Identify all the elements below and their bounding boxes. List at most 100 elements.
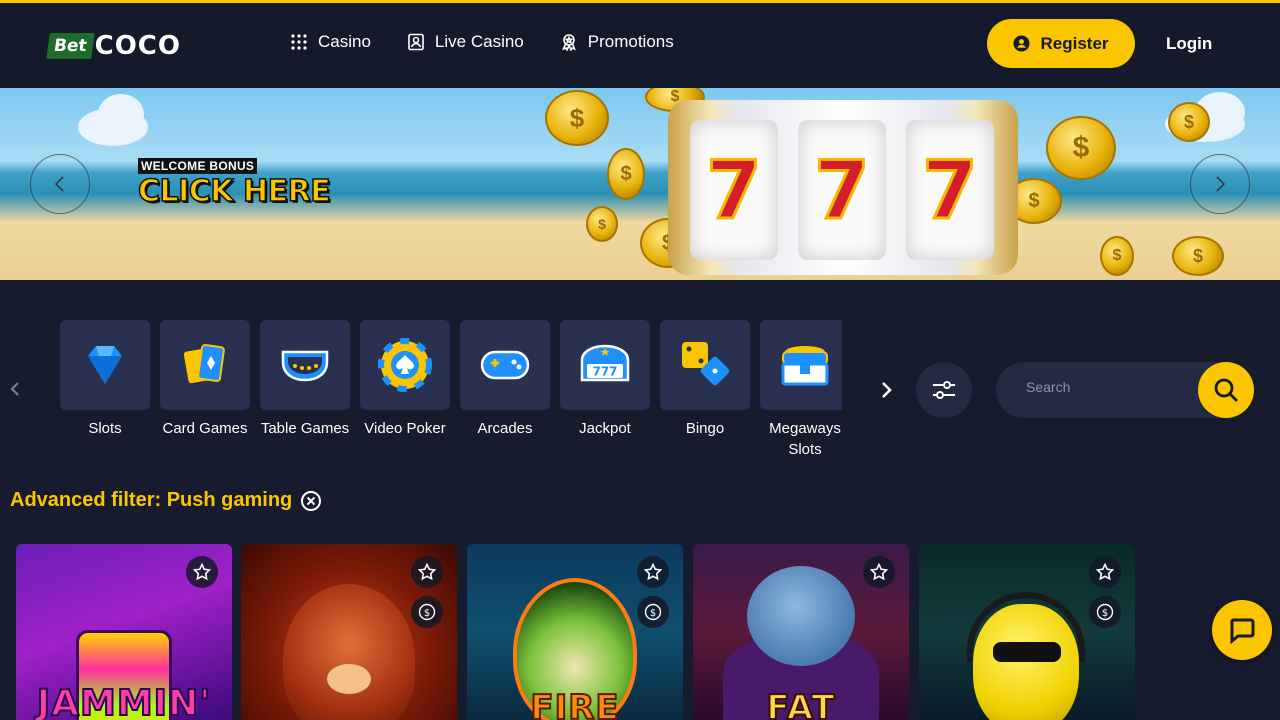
category-tile <box>460 320 550 410</box>
gold-coin-icon: $ <box>607 148 645 200</box>
nav-promotions[interactable]: Promotions <box>560 32 674 52</box>
search-icon <box>1214 378 1238 402</box>
gold-coin-icon: $ <box>1046 116 1116 180</box>
category-megaways-slots[interactable]: Megaways Slots <box>760 320 842 460</box>
category-label: Arcades <box>477 420 533 437</box>
betcoco-logo[interactable]: Bet COCO <box>46 31 181 61</box>
live-chat-button[interactable] <box>1212 600 1272 660</box>
category-label: Slots <box>88 420 122 437</box>
category-tile <box>60 320 150 410</box>
login-button[interactable]: Login <box>1166 34 1212 54</box>
welcome-bonus-label: WELCOME BONUS <box>138 158 258 174</box>
nav-casino[interactable]: Casino <box>290 32 371 52</box>
user-circle-icon <box>1013 35 1031 52</box>
star-icon <box>193 563 211 581</box>
category-label: Megaways Slots <box>769 420 841 458</box>
category-next-arrow[interactable] <box>878 380 894 400</box>
clear-filter-icon[interactable] <box>300 490 322 512</box>
user-card-icon <box>408 33 424 51</box>
category-arcades[interactable]: Arcades <box>460 320 550 460</box>
category-tile <box>760 320 842 410</box>
dice-icon <box>682 342 730 386</box>
favorite-button[interactable] <box>1089 556 1121 588</box>
jackpot-badge: $ <box>411 596 443 628</box>
banner-next-button[interactable] <box>1190 154 1250 214</box>
star-icon <box>1096 563 1114 581</box>
category-table-games[interactable]: Table Games <box>260 320 350 460</box>
game-tile[interactable]: $ <box>241 544 457 720</box>
slot-machine-graphic: 7 7 7 <box>668 100 1018 275</box>
category-slots[interactable]: Slots <box>60 320 150 460</box>
dollar-coin-icon: $ <box>1096 603 1114 621</box>
dollar-coin-icon: $ <box>644 603 662 621</box>
nav-casino-label: Casino <box>318 32 371 51</box>
favorite-button[interactable] <box>411 556 443 588</box>
dollar-coin-icon: $ <box>418 603 436 621</box>
game-title: FAT <box>765 687 836 720</box>
favorite-button[interactable] <box>186 556 218 588</box>
chevron-left-icon <box>54 176 64 192</box>
register-label: Register <box>1040 33 1109 53</box>
chevron-right-icon <box>1216 176 1226 192</box>
game-tile[interactable]: $ <box>919 544 1135 720</box>
category-label: Bingo <box>685 420 725 437</box>
category-prev-arrow[interactable] <box>8 380 22 398</box>
nav-promotions-label: Promotions <box>587 32 674 51</box>
category-tile: 777 <box>560 320 650 410</box>
logo-bet-text: Bet <box>46 33 95 59</box>
nav-live-casino-label: Live Casino <box>434 32 524 51</box>
game-tile[interactable]: JAMMIN' <box>16 544 232 720</box>
cards-icon <box>183 344 225 384</box>
game-art <box>993 642 1061 662</box>
search-bar <box>996 362 1254 418</box>
category-video-poker[interactable]: Video Poker <box>360 320 450 460</box>
jackpot-badge: $ <box>637 596 669 628</box>
category-card-games[interactable]: Card Games <box>160 320 250 460</box>
category-bingo[interactable]: Bingo <box>660 320 750 460</box>
category-tile <box>660 320 750 410</box>
click-here-cta[interactable]: CLICK HERE <box>137 173 331 210</box>
gold-coin-icon: $ <box>1168 102 1210 142</box>
diamond-icon <box>88 346 122 384</box>
banner-prev-button[interactable] <box>30 154 90 214</box>
category-label: Card Games <box>162 420 248 437</box>
game-art <box>327 664 371 694</box>
nav-live-casino[interactable]: Live Casino <box>407 32 524 52</box>
grid-icon <box>291 34 307 50</box>
gold-coin-icon: $ <box>1172 236 1224 276</box>
category-tile <box>260 320 350 410</box>
treasure-chest-icon <box>781 346 829 386</box>
category-jackpot[interactable]: 777 Jackpot <box>560 320 650 460</box>
cloud-shape <box>98 94 144 134</box>
promo-banner[interactable]: WELCOME BONUS CLICK HERE $ $ $ $ $ $ $ $… <box>0 88 1280 280</box>
filter-settings-button[interactable] <box>916 362 972 418</box>
svg-text:777: 777 <box>592 365 617 379</box>
category-strip: Slots Card Games Table Games Video Poker… <box>60 320 842 460</box>
slot-reel: 7 <box>798 120 886 260</box>
game-art <box>283 584 415 720</box>
svg-text:$: $ <box>650 608 656 619</box>
gamepad-icon <box>480 350 530 380</box>
favorite-button[interactable] <box>863 556 895 588</box>
sliders-icon <box>933 381 955 399</box>
search-input[interactable] <box>1026 379 1186 395</box>
category-tile <box>160 320 250 410</box>
category-label: Table Games <box>260 420 350 437</box>
register-button[interactable]: Register <box>987 19 1135 68</box>
advanced-filter-label: Advanced filter: Push gaming <box>10 489 293 511</box>
slot-reel: 7 <box>906 120 994 260</box>
logo-coco-text: COCO <box>94 31 181 61</box>
search-button[interactable] <box>1198 362 1254 418</box>
game-art <box>747 566 855 666</box>
game-tile[interactable]: FAT <box>693 544 909 720</box>
advanced-filter: Advanced filter: Push gaming <box>10 489 322 512</box>
game-title: FIRE <box>529 687 620 720</box>
favorite-button[interactable] <box>637 556 669 588</box>
star-icon <box>870 563 888 581</box>
game-tile[interactable]: FIRE $ <box>467 544 683 720</box>
gold-coin-icon: $ <box>1100 236 1134 276</box>
star-icon <box>644 563 662 581</box>
game-title: JAMMIN' <box>36 682 212 720</box>
svg-text:$: $ <box>424 608 430 619</box>
award-icon <box>561 34 576 51</box>
